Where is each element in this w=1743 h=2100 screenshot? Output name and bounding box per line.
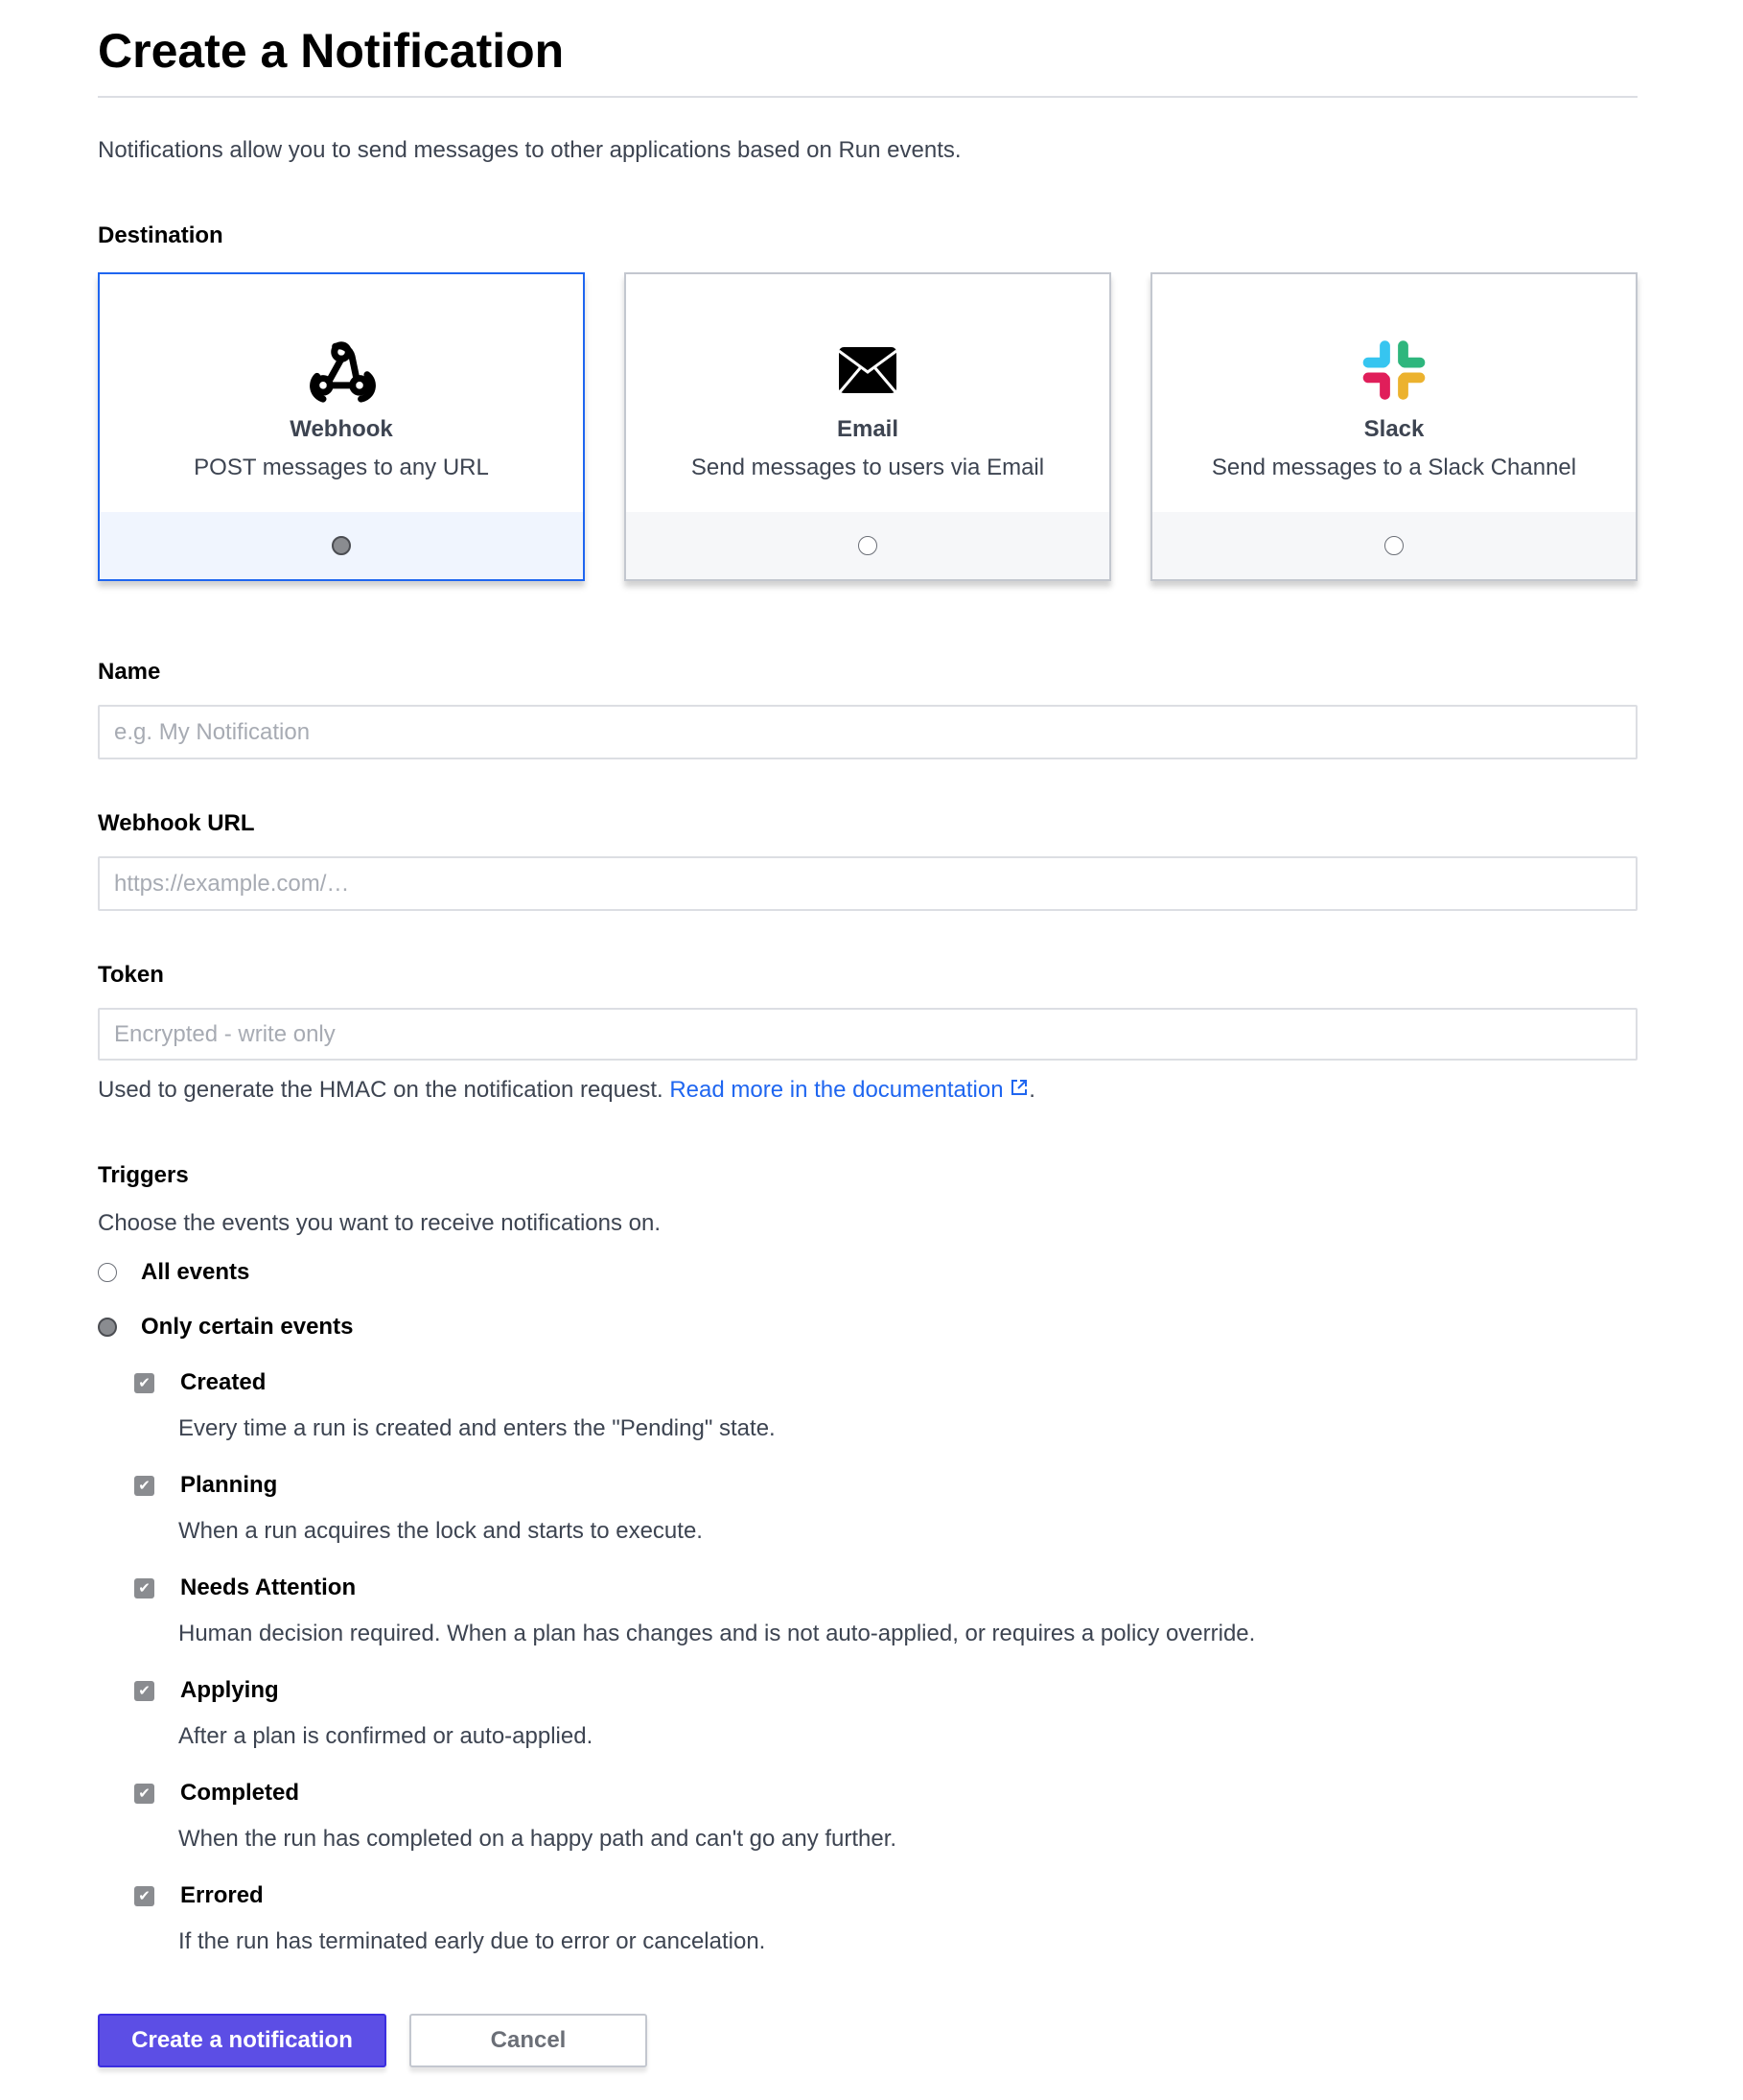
documentation-link[interactable]: Read more in the documentation (669, 1077, 1029, 1103)
all-events-label: All events (141, 1259, 250, 1285)
event-desc: Human decision required. When a plan has… (178, 1621, 1256, 1646)
event-name: Planning (180, 1472, 278, 1498)
email-radio[interactable] (858, 536, 877, 555)
external-link-icon (1011, 1080, 1028, 1095)
token-help-text: Used to generate the HMAC on the notific… (98, 1077, 670, 1103)
card-desc: POST messages to any URL (194, 455, 489, 480)
create-notification-button[interactable]: Create a notification (98, 2014, 386, 2067)
event-name: Needs Attention (180, 1575, 357, 1600)
webhook-url-input[interactable] (98, 856, 1638, 911)
triggers-label: Triggers (98, 1162, 189, 1188)
event-desc: Every time a run is created and enters t… (178, 1415, 776, 1441)
checkmark-icon: ✔ (138, 1785, 151, 1802)
triggers-desc: Choose the events you want to receive no… (98, 1210, 662, 1236)
destination-card-slack[interactable]: Slack Send messages to a Slack Channel (1150, 272, 1638, 581)
trigger-event: ✔ Errored If the run has terminated early … (134, 1882, 1476, 1955)
documentation-link-text: Read more in the documentation (669, 1077, 1004, 1103)
checkmark-icon: ✔ (138, 1888, 151, 1904)
event-checkbox[interactable]: ✔ (134, 1680, 154, 1701)
checkmark-icon: ✔ (138, 1683, 151, 1699)
token-help: Used to generate the HMAC on the notific… (98, 1077, 1035, 1104)
checkmark-icon: ✔ (138, 1580, 151, 1597)
slack-radio[interactable] (1384, 536, 1404, 555)
event-desc: If the run has terminated early due to e… (178, 1928, 766, 1954)
cancel-button[interactable]: Cancel (409, 2014, 647, 2067)
event-checkbox[interactable]: ✔ (134, 1475, 154, 1496)
intro-text: Notifications allow you to send messages… (98, 137, 962, 163)
slack-icon (1152, 334, 1636, 407)
event-name: Errored (180, 1882, 264, 1908)
checkmark-icon: ✔ (138, 1478, 151, 1494)
name-input[interactable] (98, 705, 1638, 759)
event-checkbox[interactable]: ✔ (134, 1885, 154, 1906)
all-events-radio[interactable] (98, 1263, 117, 1282)
webhook-radio[interactable] (332, 536, 351, 555)
token-input[interactable] (98, 1008, 1638, 1061)
card-desc: Send messages to a Slack Channel (1211, 455, 1577, 480)
page-title: Create a Notification (98, 24, 565, 78)
event-name: Applying (180, 1677, 279, 1703)
event-name: Created (180, 1369, 267, 1395)
token-label: Token (98, 962, 164, 988)
event-desc: After a plan is confirmed or auto-applie… (178, 1723, 593, 1749)
trigger-event: ✔ Applying After a plan is confirmed or au… (134, 1677, 1476, 1750)
event-name: Completed (180, 1780, 300, 1806)
divider (98, 96, 1638, 98)
event-checkbox[interactable]: ✔ (134, 1783, 154, 1804)
webhook-icon (100, 334, 583, 407)
all-events-option[interactable]: All events (98, 1259, 249, 1286)
name-label: Name (98, 659, 161, 685)
trigger-event: ✔ Planning When a run acquires the lock an… (134, 1472, 1476, 1545)
webhook-url-label: Webhook URL (98, 810, 255, 836)
card-title: Email (836, 416, 899, 442)
destination-card-webhook[interactable]: Webhook POST messages to any URL (98, 272, 585, 581)
certain-events-option[interactable]: Only certain events (98, 1314, 353, 1341)
token-help-end: . (1029, 1077, 1035, 1103)
card-title: Slack (1363, 416, 1425, 442)
destination-label: Destination (98, 222, 223, 248)
card-desc: Send messages to users via Email (690, 455, 1045, 480)
event-desc: When the run has completed on a happy pa… (178, 1826, 897, 1852)
event-desc: When a run acquires the lock and starts … (178, 1518, 703, 1544)
trigger-event: ✔ Needs Attention Human decision required.… (134, 1575, 1476, 1647)
trigger-event: ✔ Completed When the run has completed on … (134, 1780, 1476, 1853)
card-title: Webhook (290, 416, 393, 442)
checkmark-icon: ✔ (138, 1375, 151, 1391)
destination-card-email[interactable]: Email Send messages to users via Email (624, 272, 1111, 581)
event-checkbox[interactable]: ✔ (134, 1577, 154, 1598)
envelope-icon (626, 334, 1109, 407)
trigger-event: ✔ Created Every time a run is created and … (134, 1369, 1476, 1442)
certain-events-radio[interactable] (98, 1318, 117, 1337)
event-checkbox[interactable]: ✔ (134, 1372, 154, 1393)
certain-events-label: Only certain events (141, 1314, 354, 1340)
